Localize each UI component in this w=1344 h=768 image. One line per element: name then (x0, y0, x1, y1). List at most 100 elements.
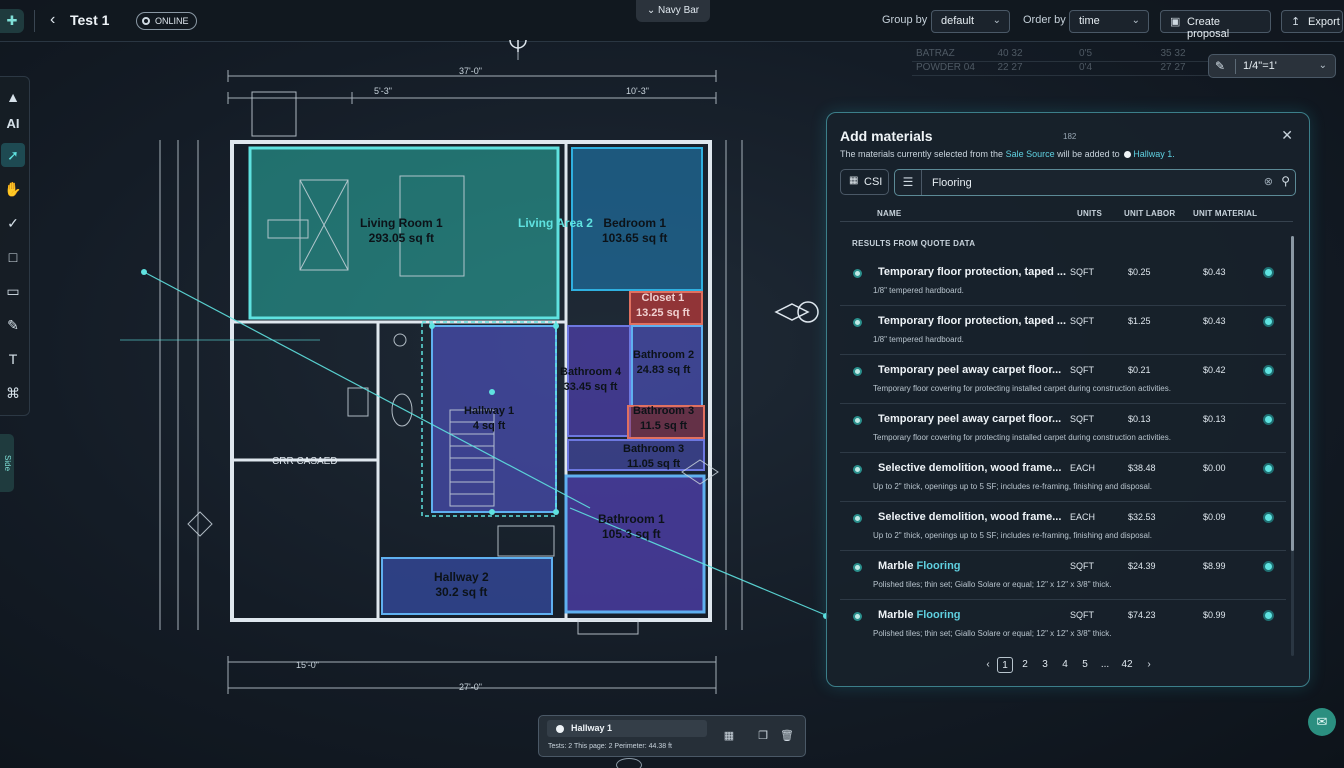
area-shape-icon[interactable]: ▭ (1, 279, 25, 303)
group-by-value: default (941, 15, 975, 27)
collapse-menu-icon[interactable]: ✚ (0, 9, 24, 33)
compass-icon (616, 758, 642, 768)
status-badge: ONLINE (136, 12, 197, 30)
material-unit: SQFT (1070, 316, 1094, 326)
item-meta: Tests: 2 This page: 2 Perimeter: 44.38 f… (548, 743, 672, 750)
room-label[interactable]: Bathroom 3 11.5 sq ft (633, 404, 694, 434)
group-icon[interactable]: ⌘ (1, 381, 25, 405)
add-material-icon[interactable] (1263, 365, 1274, 376)
column-header[interactable]: UNIT LABOR (1124, 209, 1175, 218)
page-button-4[interactable]: 4 (1057, 657, 1073, 673)
material-row[interactable]: Selective demolition, wood frame... EACH… (840, 454, 1286, 502)
layers-icon[interactable]: ▲ (1, 85, 25, 109)
create-proposal-button[interactable]: ▣ Create proposal (1160, 10, 1271, 40)
order-by-select[interactable]: time ⌄ (1069, 10, 1149, 33)
material-name: Temporary floor protection, taped ... (878, 266, 1067, 278)
material-name: Temporary peel away carpet floor... (878, 413, 1062, 425)
pan-hand-icon[interactable]: ✋ (1, 177, 25, 201)
material-dot-icon (853, 416, 862, 425)
column-header[interactable]: UNITS (1077, 209, 1102, 218)
material-unit: SQFT (1070, 414, 1094, 424)
side-panel-tab[interactable]: Side (0, 434, 14, 492)
material-labor-cost: $0.21 (1128, 365, 1151, 375)
ai-tool[interactable]: AI (1, 111, 25, 135)
room-name: Bathroom 2 (633, 349, 695, 361)
material-dot-icon (853, 514, 862, 523)
material-row[interactable]: Marble Flooring SQFT $74.23 $0.99 Polish… (840, 601, 1286, 649)
room-label[interactable]: Hallway 2 30.2 sq ft (434, 570, 489, 600)
duplicate-icon[interactable]: ❐ (753, 726, 773, 746)
room-label[interactable]: Bathroom 4 33.45 sq ft (560, 365, 621, 395)
check-circle-icon[interactable]: ✓ (1, 211, 25, 235)
room-name: Hallway 1 (464, 405, 515, 417)
search-icon[interactable]: ⚲ (1281, 174, 1290, 188)
material-description: Up to 2" thick, openings up to 5 SF; inc… (873, 531, 1152, 540)
add-material-icon[interactable] (1263, 463, 1274, 474)
item-name-field[interactable]: Hallway 1 (547, 720, 707, 737)
room-label[interactable]: Closet 1 13.25 sq ft (636, 291, 690, 321)
material-unit: EACH (1070, 512, 1096, 522)
room-label[interactable]: Hallway 1 4 sq ft (464, 404, 514, 434)
column-header[interactable]: UNIT MATERIAL (1193, 209, 1257, 218)
left-toolbar: ▲ AI ➚ ✋ ✓ □ ▭ ✎ T ⌘ (0, 76, 30, 416)
page-button-5[interactable]: 5 (1077, 657, 1093, 673)
page-button-3[interactable]: 3 (1037, 657, 1053, 673)
column-header[interactable]: NAME (877, 209, 901, 218)
back-chevron-icon[interactable]: ‹ (50, 11, 55, 29)
material-row[interactable]: Selective demolition, wood frame... EACH… (840, 503, 1286, 551)
scale-select[interactable]: ✎ 1/4"=1' ⌄ (1208, 54, 1336, 78)
room-label[interactable]: Bathroom 2 24.83 sq ft (633, 348, 694, 378)
floor-plan-canvas[interactable]: 37'-0" 5'-3" 10'-3" 27'-0" 15'-0" Living… (120, 31, 840, 768)
add-material-icon[interactable] (1263, 512, 1274, 523)
chevron-down-icon: ⌄ (1131, 15, 1140, 26)
material-row[interactable]: Temporary peel away carpet floor... SQFT… (840, 405, 1286, 453)
add-material-icon[interactable] (1263, 414, 1274, 425)
material-name: Marble Flooring (878, 609, 961, 621)
room-label[interactable]: Bathroom 3 11.05 sq ft (623, 442, 684, 472)
group-by-select[interactable]: default ⌄ (931, 10, 1010, 33)
material-unit: SQFT (1070, 267, 1094, 277)
edit-box-icon[interactable]: ✎ (1, 313, 25, 337)
room-label[interactable]: Bathroom 1 105.3 sq ft (598, 512, 665, 542)
table-icon[interactable]: ▦ (719, 726, 739, 746)
navbar-toggle[interactable]: ⌄ Navy Bar (636, 0, 710, 22)
results-scrollbar[interactable] (1291, 236, 1294, 656)
add-material-icon[interactable] (1263, 316, 1274, 327)
material-material-cost: $0.13 (1203, 414, 1226, 424)
page-button-1[interactable]: 1 (997, 657, 1013, 673)
csi-filter-button[interactable]: ▦ CSI (840, 169, 889, 195)
chat-help-icon[interactable]: ✉ (1308, 708, 1336, 736)
next-page-icon[interactable]: › (1141, 657, 1157, 673)
material-row[interactable]: Temporary peel away carpet floor... SQFT… (840, 356, 1286, 404)
material-dot-icon (853, 563, 862, 572)
polygon-icon[interactable]: □ (1, 245, 25, 269)
text-tool-icon[interactable]: T (1, 347, 25, 371)
material-row[interactable]: Temporary floor protection, taped ... SQ… (840, 307, 1286, 355)
add-material-icon[interactable] (1263, 561, 1274, 572)
material-description: Polished tiles; thin set; Giallo Solare … (873, 580, 1112, 589)
material-row[interactable]: Temporary floor protection, taped ... SQ… (840, 258, 1286, 306)
select-cursor-icon[interactable]: ➚ (1, 143, 25, 167)
room-label[interactable]: Living Room 1 293.05 sq ft (360, 216, 443, 246)
material-row[interactable]: Marble Flooring SQFT $24.39 $8.99 Polish… (840, 552, 1286, 600)
room-area: 105.3 sq ft (601, 527, 661, 541)
add-material-icon[interactable] (1263, 267, 1274, 278)
export-button[interactable]: ↥ Export (1281, 10, 1343, 33)
clear-icon[interactable]: ⊗ (1264, 175, 1273, 188)
scrollbar-thumb[interactable] (1291, 236, 1294, 551)
add-material-icon[interactable] (1263, 610, 1274, 621)
results-section-title: RESULTS FROM QUOTE DATA (852, 239, 976, 248)
prev-page-icon[interactable]: ‹ (980, 657, 996, 673)
trash-icon[interactable]: 🗑 (777, 726, 797, 746)
material-description: Temporary floor covering for protecting … (873, 433, 1171, 442)
dimension-bottom: 27'-0" (459, 682, 482, 692)
project-title: Test 1 (70, 12, 110, 28)
room-label[interactable]: Bedroom 1 103.65 sq ft (602, 216, 667, 246)
page-button-last[interactable]: 42 (1119, 657, 1135, 673)
search-input[interactable] (932, 175, 1252, 191)
export-label: Export (1308, 16, 1340, 28)
page-button-2[interactable]: 2 (1017, 657, 1033, 673)
living-overlay-label: Living Area 2 (518, 216, 593, 230)
filter-list-icon[interactable]: ☰ (895, 170, 922, 195)
close-icon[interactable]: ✕ (1281, 127, 1293, 144)
